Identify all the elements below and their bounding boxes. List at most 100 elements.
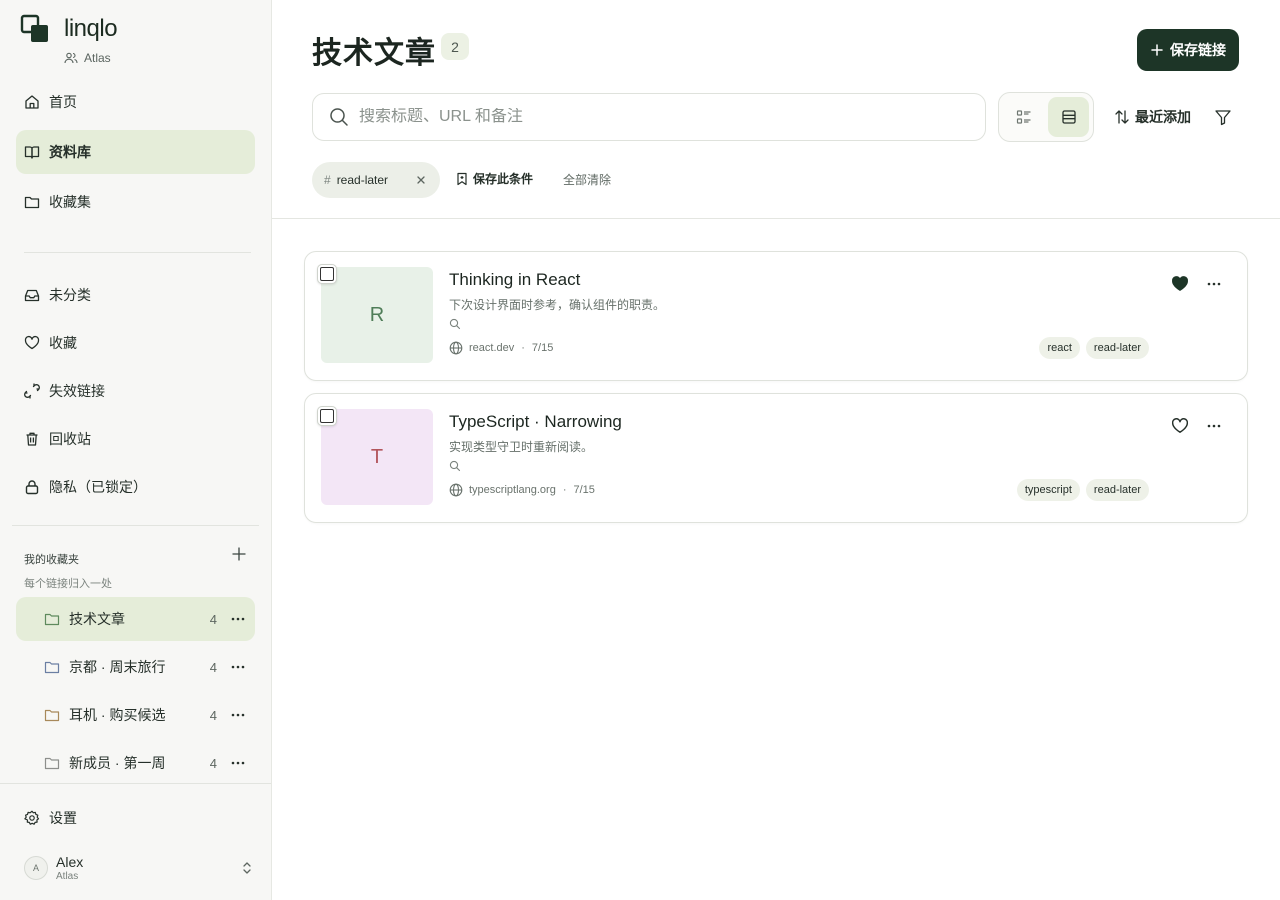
user-menu[interactable]: A Alex Atlas [24,850,254,886]
collection-item[interactable]: 耳机 · 购买候选 4 [16,693,255,737]
collection-item[interactable]: 新成员 · 第一周 4 [16,741,255,785]
search-icon [330,108,348,126]
more-icon[interactable] [229,754,247,772]
heart-outline-icon[interactable] [1171,417,1189,435]
thumbnail: T [321,409,433,505]
card-domain: react.dev [469,342,515,354]
item-count-badge: 2 [441,33,469,60]
app-logo[interactable]: linqlo [20,14,118,44]
meta-separator: · [562,484,567,496]
close-icon[interactable] [416,175,426,185]
nav-trash[interactable]: 回收站 [16,417,255,461]
heart-filled-icon[interactable] [1171,275,1189,293]
more-icon[interactable] [1205,275,1223,293]
page-title: 技术文章 [312,37,436,70]
card-note: 实现类型守卫时重新阅读。 [449,440,594,454]
more-icon[interactable] [1205,417,1223,435]
collection-item[interactable]: 技术文章 4 [16,597,255,641]
card-date: 7/15 [531,342,554,354]
view-card-button[interactable] [1048,97,1089,137]
broken-link-icon [24,383,40,399]
nav-favorites[interactable]: 收藏 [16,321,255,365]
save-condition-button[interactable]: 保存此条件 [456,170,533,187]
card-note: 下次设计界面时参考，确认组件的职责。 [449,298,666,312]
save-link-button[interactable]: 保存链接 [1137,29,1239,71]
sidebar-divider [12,525,259,526]
globe-icon [449,483,463,497]
card-meta: react.dev · 7/15 [449,341,553,355]
view-list-button[interactable] [1003,97,1044,137]
filter-chip[interactable]: # read-later [312,162,440,198]
link-card[interactable]: R Thinking in React 下次设计界面时参考，确认组件的职责。 r… [304,251,1248,381]
more-icon[interactable] [229,610,247,628]
logo-icon [20,14,48,42]
tag[interactable]: react [1039,337,1080,359]
thumbnail-initial: T [370,445,384,468]
list-view-icon [1016,110,1030,124]
clear-all-button[interactable]: 全部清除 [563,171,611,188]
select-checkbox[interactable] [317,406,337,426]
sidebar: linqlo Atlas 首页 资料库 收藏集 未分类 收藏 失效链接 回收站 … [0,0,272,900]
chevron-up-down-icon [243,862,251,874]
plus-icon [1151,44,1163,56]
users-icon [64,52,78,64]
nav-settings[interactable]: 设置 [16,796,255,840]
app-name: linqlo [64,15,118,42]
nav-unsorted[interactable]: 未分类 [16,273,255,317]
nav-private[interactable]: 隐私（已锁定） [16,465,255,509]
view-toggle [998,92,1094,142]
card-title[interactable]: Thinking in React [449,270,580,290]
sort-button[interactable]: 最近添加 [1114,105,1191,129]
collection-name: 技术文章 [69,611,125,627]
tag-list: typescript read-later [1016,479,1149,501]
collection-name: 京都 · 周末旅行 [69,659,166,675]
avatar: A [24,856,48,880]
trash-icon [26,432,38,446]
collection-name: 耳机 · 购买候选 [69,707,166,723]
nav-unsorted-label: 未分类 [49,287,91,303]
nav-broken-links[interactable]: 失效链接 [16,369,255,413]
collection-count: 4 [209,707,217,723]
more-icon[interactable] [229,658,247,676]
link-card[interactable]: T TypeScript · Narrowing 实现类型守卫时重新阅读。 ty… [304,393,1248,523]
nav-favorites-label: 收藏 [49,335,77,351]
search-input[interactable] [359,108,959,126]
tag[interactable]: read-later [1085,479,1149,501]
select-checkbox[interactable] [317,264,337,284]
filter-icon[interactable] [1214,108,1232,126]
thumbnail-initial: R [369,303,385,326]
hash-icon: # [324,173,331,187]
nav-trash-label: 回收站 [49,431,91,447]
globe-icon [449,341,463,355]
card-date: 7/15 [573,484,595,496]
folder-icon [24,196,40,209]
nav-private-label: 隐私（已锁定） [49,479,147,495]
main-content: 技术文章 2 保存链接 最近添加 # r [272,0,1280,900]
settings-label: 设置 [49,810,77,826]
collection-item[interactable]: 京都 · 周末旅行 4 [16,645,255,689]
user-name: Alex [56,853,84,870]
nav-library[interactable]: 资料库 [16,130,255,174]
home-icon [25,95,39,109]
card-domain: typescriptlang.org [469,484,556,496]
card-meta: typescriptlang.org · 7/15 [449,483,595,497]
sidebar-divider [24,252,251,253]
add-collection-icon[interactable] [230,545,248,563]
collection-count: 4 [209,611,217,627]
nav-home[interactable]: 首页 [16,80,255,124]
save-condition-label: 保存此条件 [473,172,534,186]
tag[interactable]: typescript [1016,479,1080,501]
heart-icon [24,335,40,350]
tag-list: react read-later [1039,337,1149,359]
filter-chip-label: read-later [336,173,389,187]
bookmark-icon [457,172,467,185]
nav-collections[interactable]: 收藏集 [16,180,255,224]
nav-broken-links-label: 失效链接 [49,383,105,399]
card-title[interactable]: TypeScript · Narrowing [449,412,622,432]
tag[interactable]: read-later [1085,337,1149,359]
workspace-label[interactable]: Atlas [64,51,111,65]
collection-count: 4 [209,659,217,675]
nav-library-label: 资料库 [49,144,91,160]
sort-icon [1115,110,1129,124]
more-icon[interactable] [229,706,247,724]
